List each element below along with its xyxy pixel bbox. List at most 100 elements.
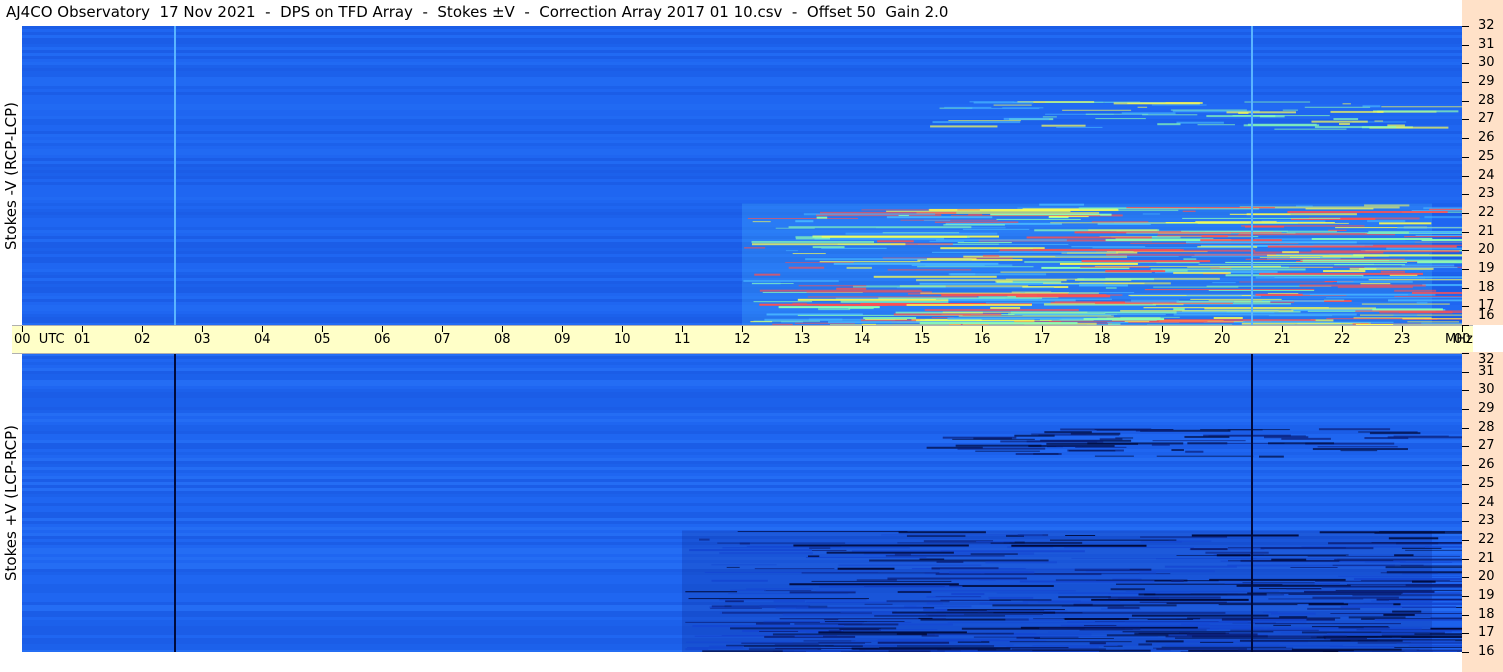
emission-streak	[1095, 118, 1146, 120]
emission-streak	[819, 585, 963, 588]
noise-band	[22, 62, 1462, 65]
utc-tick-label: 05	[314, 332, 331, 347]
emission-streak	[877, 639, 1000, 641]
emission-streak	[1089, 642, 1106, 645]
noise-band	[22, 440, 1462, 443]
emission-streak	[920, 292, 1099, 294]
emission-streak	[1005, 618, 1064, 621]
emission-streak	[759, 289, 922, 292]
emission-streak	[990, 306, 1021, 309]
emission-streak	[866, 621, 912, 623]
mhz-tick-label: 28	[1478, 419, 1495, 435]
emission-streak	[1404, 236, 1462, 238]
mhz-tick-mark	[1462, 595, 1469, 597]
emission-streak	[897, 623, 953, 626]
emission-streak	[970, 553, 1018, 555]
emission-streak	[1151, 443, 1170, 446]
emission-streak	[1415, 235, 1462, 237]
utc-tick-label: 20	[1214, 332, 1231, 347]
emission-streak	[1156, 558, 1338, 560]
noise-band	[22, 149, 1462, 152]
emission-streak	[881, 534, 1043, 536]
emission-streak	[1062, 109, 1132, 111]
emission-streak	[1083, 318, 1165, 321]
emission-streak	[814, 237, 945, 240]
emission-streak	[1386, 247, 1462, 250]
emission-streak	[1182, 217, 1341, 219]
mhz-tick-mark	[1462, 26, 1469, 27]
emission-streak	[1034, 637, 1114, 639]
noise-band	[22, 425, 1462, 428]
noise-band	[22, 56, 1462, 59]
emission-streak	[1173, 271, 1231, 274]
emission-streak	[935, 609, 1065, 611]
emission-streak	[1392, 610, 1422, 613]
emission-streak	[1224, 582, 1340, 584]
emission-streak	[1043, 611, 1226, 614]
emission-streak	[923, 219, 951, 221]
emission-streak	[1250, 650, 1339, 652]
emission-streak	[1171, 579, 1184, 582]
emission-streak	[1044, 304, 1156, 306]
emission-streak	[1164, 565, 1237, 568]
emission-streak	[1346, 241, 1462, 243]
emission-streak	[1142, 114, 1198, 116]
noise-band	[22, 179, 1462, 182]
emission-streak	[1041, 124, 1086, 127]
emission-streak	[1005, 278, 1085, 280]
emission-streak	[1317, 446, 1398, 448]
emission-streak	[751, 283, 794, 285]
emission-streak	[1338, 651, 1458, 652]
emission-streak	[949, 584, 1054, 587]
emission-streak	[1299, 284, 1426, 287]
emission-streak	[1340, 450, 1378, 452]
emission-streak	[1125, 590, 1279, 592]
utc-tick-label: 02	[134, 332, 151, 347]
emission-streak	[1279, 615, 1308, 618]
noise-band	[22, 194, 1462, 197]
emission-streak	[726, 566, 740, 568]
emission-streak	[1056, 126, 1103, 128]
emission-streak	[1339, 123, 1350, 126]
emission-streak	[934, 221, 1019, 223]
emission-streak	[1388, 537, 1439, 540]
emission-streak	[1247, 123, 1317, 126]
emission-streak	[928, 209, 958, 211]
emission-streak	[853, 285, 946, 288]
noise-band	[22, 377, 1462, 380]
noise-band	[22, 509, 1462, 512]
utc-tick-label: 10	[614, 332, 631, 347]
emission-streak	[1326, 633, 1415, 636]
emission-streak	[1197, 124, 1235, 126]
emission-streak	[1091, 598, 1249, 601]
emission-streak	[846, 266, 872, 269]
noise-band	[22, 86, 1462, 89]
emission-streak	[1080, 266, 1150, 268]
emission-streak	[1190, 548, 1228, 551]
emission-streak	[1352, 594, 1462, 597]
emission-streak	[917, 266, 1034, 268]
noise-band	[22, 140, 1462, 143]
emission-streak	[1140, 536, 1228, 538]
emission-streak	[1328, 229, 1347, 231]
emission-streak	[1190, 298, 1282, 300]
emission-streak	[743, 279, 839, 282]
emission-streak	[1065, 534, 1096, 536]
emission-streak	[887, 269, 972, 271]
noise-band	[22, 176, 1462, 179]
emission-streak	[1286, 588, 1322, 590]
frequency-axis-top: 32 31 30 29 28 27 26 25 24 23 22 21 20 19 18 17 16	[1462, 0, 1503, 326]
emission-streak	[1374, 120, 1384, 122]
emission-streak	[1011, 648, 1106, 650]
noise-band	[22, 26, 1462, 29]
emission-streak	[1353, 577, 1462, 580]
noise-band	[22, 392, 1462, 395]
noise-band	[22, 371, 1462, 374]
emission-streak	[833, 644, 1014, 646]
emission-streak	[957, 447, 1046, 450]
noise-band	[22, 185, 1462, 188]
emission-streak	[792, 302, 807, 304]
emission-streak	[940, 247, 1045, 250]
emission-streak	[747, 217, 859, 219]
emission-streak	[936, 560, 964, 563]
